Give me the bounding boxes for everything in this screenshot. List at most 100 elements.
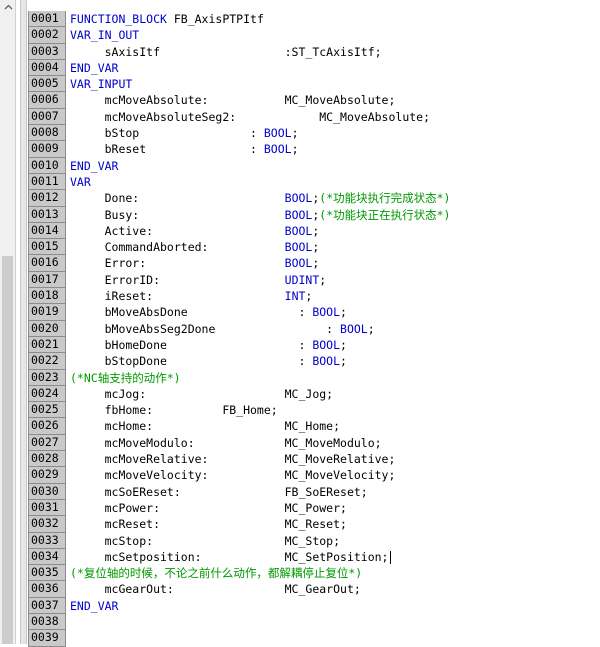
keyword-token: BOOL xyxy=(312,354,341,369)
code-text[interactable]: FUNCTION_BLOCK FB_AxisPTPItf xyxy=(66,11,264,27)
comment-token: (*复位轴的时候，不论之前什么动作，都解耦停止复位*) xyxy=(70,566,363,581)
code-token: Error: xyxy=(70,256,285,271)
code-line[interactable]: 0030 mcSoEReset: FB_SoEReset; xyxy=(28,483,600,500)
code-text[interactable]: (*NC轴支持的动作*) xyxy=(66,370,181,386)
code-line[interactable]: 0016 Error: BOOL; xyxy=(28,255,600,272)
code-line[interactable]: 0029 mcMoveVelocity: MC_MoveVelocity; xyxy=(28,467,600,484)
line-number: 0020 xyxy=(28,320,66,337)
line-number: 0014 xyxy=(28,222,66,240)
line-number: 0006 xyxy=(28,92,66,109)
code-line[interactable]: 0037 END_VAR xyxy=(28,597,600,614)
code-token: mcGearOut: MC_GearOut; xyxy=(70,582,361,597)
code-line[interactable]: 0026 mcHome: MC_Home; xyxy=(28,418,600,435)
code-line[interactable]: 0019 bMoveAbsDone : BOOL; xyxy=(28,304,600,321)
code-text[interactable]: Active: BOOL; xyxy=(66,223,320,239)
code-text[interactable]: END_VAR xyxy=(66,158,118,174)
code-token: ; xyxy=(291,142,299,157)
code-token: ErrorID: xyxy=(70,272,285,287)
code-line[interactable]: 0018 iReset: INT; xyxy=(28,288,600,305)
code-line[interactable]: 0004 END_VAR xyxy=(28,59,600,77)
code-text[interactable]: END_VAR xyxy=(66,60,118,76)
code-text[interactable]: fbHome: FB_Home; xyxy=(66,402,278,418)
code-line[interactable]: 0014 Active: BOOL; xyxy=(28,222,600,240)
vertical-scrollbar[interactable] xyxy=(0,0,16,644)
line-number: 0004 xyxy=(28,59,66,77)
code-line[interactable]: 0012 Done: BOOL;(*功能块执行完成状态*) xyxy=(28,190,600,207)
code-text[interactable]: mcMoveRelative: MC_MoveRelative; xyxy=(66,451,396,467)
code-text[interactable]: Error: BOOL; xyxy=(66,255,320,271)
code-line[interactable]: 0008 bStop : BOOL; xyxy=(28,125,600,142)
code-text[interactable]: bStopDone : BOOL; xyxy=(66,353,347,369)
code-line[interactable]: 0024 mcJog: MC_Jog; xyxy=(28,385,600,403)
code-line[interactable]: 0027 mcMoveModulo: MC_MoveModulo; xyxy=(28,434,600,452)
code-text[interactable] xyxy=(66,630,70,646)
code-line[interactable]: 0021 bHomeDone : BOOL; xyxy=(28,336,600,354)
code-line[interactable]: 0022 bStopDone : BOOL; xyxy=(28,353,600,370)
code-line[interactable]: 0039 xyxy=(28,630,600,647)
code-line[interactable]: 0010 END_VAR xyxy=(28,157,600,174)
code-text[interactable]: mcStop: MC_Stop; xyxy=(66,533,340,549)
code-editor[interactable]: 0001 FUNCTION_BLOCK FB_AxisPTPItf 0002 VAR_… xyxy=(28,11,600,647)
code-line[interactable]: 0032 mcReset: MC_Reset; xyxy=(28,516,600,533)
code-line[interactable]: 0006 mcMoveAbsolute: MC_MoveAbsolute; xyxy=(28,92,600,109)
code-text[interactable]: VAR_IN_OUT xyxy=(66,27,139,43)
code-line[interactable]: 0003 sAxisItf :ST_TcAxisItf; xyxy=(28,43,600,60)
code-line[interactable]: 0002 VAR_IN_OUT xyxy=(28,27,600,44)
keyword-token: VAR xyxy=(70,174,91,189)
code-text[interactable]: Busy: BOOL;(*功能块正在执行状态*) xyxy=(66,207,451,223)
code-line[interactable]: 0005 VAR_INPUT xyxy=(28,76,600,93)
scroll-thumb[interactable] xyxy=(2,256,13,644)
code-text[interactable]: END_VAR xyxy=(66,598,118,614)
code-text[interactable]: mcMoveAbsolute: MC_MoveAbsolute; xyxy=(66,92,396,108)
scroll-up-button[interactable] xyxy=(0,0,16,14)
code-line[interactable]: 0020 bMoveAbsSeg2Done : BOOL; xyxy=(28,320,600,337)
code-text[interactable]: sAxisItf :ST_TcAxisItf; xyxy=(66,44,382,60)
code-text[interactable]: mcSetposition: MC_SetPosition; xyxy=(66,549,391,565)
code-line[interactable]: 0015 CommandAborted: BOOL; xyxy=(28,239,600,256)
code-text[interactable]: bStop : BOOL; xyxy=(66,125,299,141)
line-number: 0002 xyxy=(28,27,66,44)
code-line[interactable]: 0017 ErrorID: UDINT; xyxy=(28,271,600,289)
code-text[interactable] xyxy=(66,614,70,630)
code-line[interactable]: 0035 (*复位轴的时候，不论之前什么动作，都解耦停止复位*) xyxy=(28,565,600,582)
code-line[interactable]: 0009 bReset : BOOL; xyxy=(28,141,600,158)
code-text[interactable]: mcSoEReset: FB_SoEReset; xyxy=(66,484,368,500)
code-text[interactable]: mcReset: MC_Reset; xyxy=(66,516,347,532)
code-text[interactable]: mcPower: MC_Power; xyxy=(66,500,347,516)
code-line[interactable]: 0001 FUNCTION_BLOCK FB_AxisPTPItf xyxy=(28,11,600,28)
code-text[interactable]: mcMoveVelocity: MC_MoveVelocity; xyxy=(66,467,396,483)
code-line[interactable]: 0007 mcMoveAbsoluteSeg2: MC_MoveAbsolute… xyxy=(28,108,600,126)
code-text[interactable]: VAR_INPUT xyxy=(66,76,132,92)
code-text[interactable]: iReset: INT; xyxy=(66,288,313,304)
code-line[interactable]: 0031 mcPower: MC_Power; xyxy=(28,499,600,517)
code-text[interactable]: bMoveAbsDone : BOOL; xyxy=(66,304,347,320)
code-text[interactable]: mcJog: MC_Jog; xyxy=(66,386,334,402)
line-number: 0008 xyxy=(28,125,66,142)
code-text[interactable]: mcGearOut: MC_GearOut; xyxy=(66,581,361,597)
code-line[interactable]: 0013 Busy: BOOL;(*功能块正在执行状态*) xyxy=(28,206,600,223)
keyword-token: END_VAR xyxy=(70,158,119,173)
code-token: Active: xyxy=(70,223,285,238)
code-text[interactable]: mcHome: MC_Home; xyxy=(66,418,340,434)
code-text[interactable]: CommandAborted: BOOL; xyxy=(66,239,320,255)
code-text[interactable]: (*复位轴的时候，不论之前什么动作，都解耦停止复位*) xyxy=(66,565,362,581)
code-text[interactable]: mcMoveAbsoluteSeg2: MC_MoveAbsolute; xyxy=(66,109,430,125)
code-line[interactable]: 0038 xyxy=(28,613,600,631)
code-text[interactable]: bReset : BOOL; xyxy=(66,141,299,157)
code-text[interactable]: Done: BOOL;(*功能块执行完成状态*) xyxy=(66,190,451,206)
code-line[interactable]: 0025 fbHome: FB_Home; xyxy=(28,402,600,419)
code-line[interactable]: 0033 mcStop: MC_Stop; xyxy=(28,532,600,549)
code-line[interactable]: 0036 mcGearOut: MC_GearOut; xyxy=(28,581,600,598)
code-line[interactable]: 0011 VAR xyxy=(28,173,600,191)
code-text[interactable]: bHomeDone : BOOL; xyxy=(66,337,347,353)
code-text[interactable]: VAR xyxy=(66,174,91,190)
code-line[interactable]: 0034 mcSetposition: MC_SetPosition; xyxy=(28,548,600,566)
code-line[interactable]: 0028 mcMoveRelative: MC_MoveRelative; xyxy=(28,451,600,468)
code-text[interactable]: bMoveAbsSeg2Done : BOOL; xyxy=(66,321,375,337)
pane-splitter[interactable] xyxy=(20,0,27,644)
text-cursor xyxy=(389,550,391,564)
line-number: 0023 xyxy=(28,369,66,386)
code-text[interactable]: ErrorID: UDINT; xyxy=(66,272,327,288)
code-line[interactable]: 0023 (*NC轴支持的动作*) xyxy=(28,369,600,386)
code-text[interactable]: mcMoveModulo: MC_MoveModulo; xyxy=(66,435,382,451)
